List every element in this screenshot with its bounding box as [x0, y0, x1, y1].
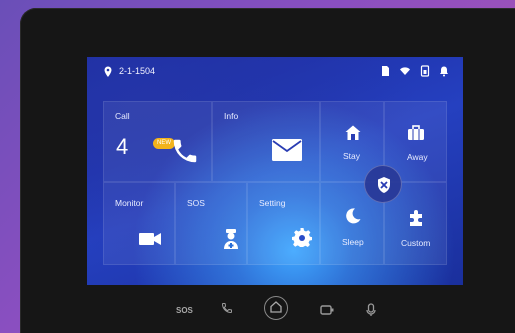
puzzle-icon — [410, 210, 422, 226]
hw-mute-icon[interactable] — [366, 303, 376, 317]
tile-sleep-label: Sleep — [342, 237, 364, 247]
hw-call-icon[interactable] — [221, 302, 233, 314]
touch-screen: 2-1-1504 Call 4 NEW Info Stay Away Monit… — [87, 57, 463, 285]
wifi-icon — [400, 67, 410, 75]
phone-icon — [173, 139, 197, 163]
video-camera-icon — [139, 233, 161, 245]
hw-home-button[interactable] — [264, 296, 288, 320]
tile-away-label: Away — [407, 152, 428, 162]
mail-icon — [272, 139, 302, 161]
tile-setting-label: Setting — [259, 198, 286, 208]
home-icon — [270, 301, 282, 313]
hw-sos-button[interactable]: SOS — [176, 306, 193, 315]
suitcase-icon — [408, 125, 424, 140]
tile-sos-label: SOS — [187, 198, 205, 208]
sim-icon — [420, 65, 430, 77]
moon-icon — [346, 208, 361, 224]
tile-monitor[interactable]: Monitor — [103, 182, 175, 265]
tile-info[interactable]: Info — [212, 101, 320, 182]
gear-icon — [292, 228, 312, 247]
tile-call-label: Call — [115, 111, 130, 121]
tile-monitor-label: Monitor — [115, 198, 144, 208]
tile-call[interactable]: Call 4 NEW — [103, 101, 212, 182]
location-text: 2-1-1504 — [119, 66, 156, 76]
sd-card-icon — [382, 66, 389, 76]
hw-unlock-icon[interactable] — [320, 305, 334, 315]
tile-custom-label: Custom — [401, 238, 431, 248]
tile-info-label: Info — [224, 111, 239, 121]
shield-icon — [378, 177, 390, 193]
tile-sos[interactable]: SOS — [175, 182, 247, 265]
bell-icon — [440, 66, 448, 77]
location-pin-icon — [104, 66, 112, 77]
home-shield-icon — [345, 125, 361, 140]
tile-setting[interactable]: Setting — [247, 182, 320, 265]
call-count: 4 — [116, 134, 129, 159]
status-bar: 2-1-1504 — [87, 57, 463, 87]
status-icons — [380, 65, 449, 77]
tile-stay-label: Stay — [343, 151, 361, 161]
security-mode-knob[interactable] — [364, 165, 402, 203]
nurse-icon — [224, 229, 238, 249]
